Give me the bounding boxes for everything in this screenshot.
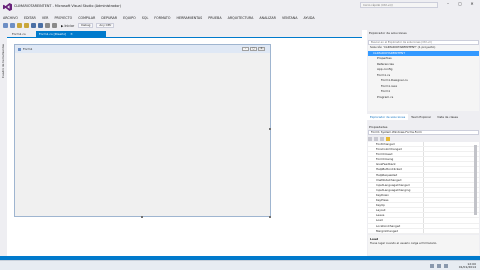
window-title: CLIMARIOTAREINTENT - Microsoft Visual St… xyxy=(14,4,122,8)
close-button[interactable]: ✕ xyxy=(466,0,478,8)
form-title: Form1 xyxy=(23,47,33,51)
taskbar: 12:00 01/01/2014 xyxy=(0,260,480,270)
properties-scrollbar[interactable] xyxy=(474,145,477,215)
undo-icon[interactable] xyxy=(45,23,50,28)
title-bar: CLIMARIOTAREINTENT - Microsoft Visual St… xyxy=(0,0,480,14)
clock-date: 01/01/2014 xyxy=(458,265,476,269)
solution-explorer-title: Explorador de soluciones xyxy=(369,31,407,35)
minimize-button[interactable]: – xyxy=(442,0,454,8)
tree-item-program-cs[interactable]: Program.cs xyxy=(368,95,479,101)
categorized-icon[interactable] xyxy=(368,136,372,141)
alphabetical-icon[interactable] xyxy=(374,136,378,141)
form-title-bar: Form1 xyxy=(15,45,270,53)
menu-editar[interactable]: EDITAR xyxy=(24,16,36,20)
resize-handle-corner[interactable] xyxy=(269,216,271,218)
menu-archivo[interactable]: ARCHIVO xyxy=(3,16,18,20)
save-all-icon[interactable] xyxy=(38,23,43,28)
toolbar: ▶ Iniciar Debug Any CPU xyxy=(0,21,480,30)
volume-icon[interactable] xyxy=(437,264,441,268)
resize-handle-bottom[interactable] xyxy=(141,216,143,218)
properties-icon[interactable] xyxy=(380,136,384,141)
back-icon[interactable] xyxy=(3,23,8,28)
properties-grid: FontChanged ForeColorChanged FormClosed … xyxy=(368,142,479,234)
form-close-button: ✕ xyxy=(258,47,265,51)
tray-icons xyxy=(427,264,448,268)
menu-herramientas[interactable]: HERRAMIENTAS xyxy=(177,16,203,20)
new-project-icon[interactable] xyxy=(17,23,22,28)
menu-analizar[interactable]: ANALIZAR xyxy=(259,16,276,20)
properties-object-select[interactable]: Form1 System.Windows.Forms.Form xyxy=(368,130,479,135)
toolbox-label[interactable]: Cuadro de herramientas xyxy=(1,44,5,78)
close-tab-icon[interactable]: ✕ xyxy=(70,32,73,36)
menu-ventana[interactable]: VENTANA xyxy=(282,16,298,20)
property-row[interactable]: MarginChanged xyxy=(368,228,479,234)
redo-icon[interactable] xyxy=(52,23,57,28)
form-preview[interactable]: Form1 – ▢ ✕ xyxy=(14,44,271,217)
properties-toolbar xyxy=(368,136,479,141)
description-text: Tiene lugar cuando el usuario carga el f… xyxy=(370,241,438,245)
toolbox-rail[interactable]: Cuadro de herramientas xyxy=(0,30,7,256)
tab-solution-explorer[interactable]: Explorador de soluciones xyxy=(367,114,409,120)
forward-icon[interactable] xyxy=(10,23,15,28)
visual-studio-logo-icon xyxy=(3,3,12,11)
form-minimize-button: – xyxy=(242,47,249,51)
quick-launch-input[interactable]: Inicio rápido (Ctrl+Q) xyxy=(360,2,438,8)
flag-icon[interactable] xyxy=(444,264,448,268)
save-icon[interactable] xyxy=(31,23,36,28)
menu-ver[interactable]: VER xyxy=(42,16,49,20)
taskbar-clock[interactable]: 12:00 01/01/2014 xyxy=(459,263,476,269)
menu-formato[interactable]: FORMATO xyxy=(154,16,170,20)
menu-arquitectura[interactable]: ARQUITECTURA xyxy=(228,16,254,20)
property-description: Load Tiene lugar cuando el usuario carga… xyxy=(368,235,479,255)
menu-depurar[interactable]: DEPURAR xyxy=(101,16,117,20)
tab-class-view[interactable]: Vista de clases xyxy=(434,114,461,120)
menu-ayuda[interactable]: AYUDA xyxy=(303,16,314,20)
menu-proyecto[interactable]: PROYECTO xyxy=(54,16,72,20)
form-maximize-button: ▢ xyxy=(250,47,257,51)
resize-handle-right[interactable] xyxy=(269,128,271,130)
tab-label: Form1.cs xyxy=(12,32,26,36)
menu-equipo[interactable]: EQUIPO xyxy=(123,16,136,20)
panel-tabs: Explorador de soluciones Team Explorer V… xyxy=(367,114,480,120)
platform-select[interactable]: Any CPU xyxy=(96,23,115,28)
menu-sql[interactable]: SQL xyxy=(142,16,149,20)
network-icon[interactable] xyxy=(430,264,434,268)
maximize-button[interactable]: ▢ xyxy=(454,0,466,8)
events-icon[interactable] xyxy=(386,136,390,141)
menu-prueba[interactable]: PRUEBA xyxy=(208,16,221,20)
tab-team-explorer[interactable]: Team Explorer xyxy=(408,114,434,120)
menu-compilar[interactable]: COMPILAR xyxy=(78,16,95,20)
menu-bar: ARCHIVO EDITAR VER PROYECTO COMPILAR DEP… xyxy=(0,14,480,21)
open-file-icon[interactable] xyxy=(24,23,29,28)
tab-label: Form1.cs [Diseño] xyxy=(39,32,67,36)
solution-tree: Solución 'CLIMARIOTAREINTENT' (1 proyect… xyxy=(368,45,479,111)
configuration-select[interactable]: Debug xyxy=(78,23,94,28)
start-button[interactable]: ▶ Iniciar xyxy=(61,24,74,28)
form-icon xyxy=(18,47,21,51)
